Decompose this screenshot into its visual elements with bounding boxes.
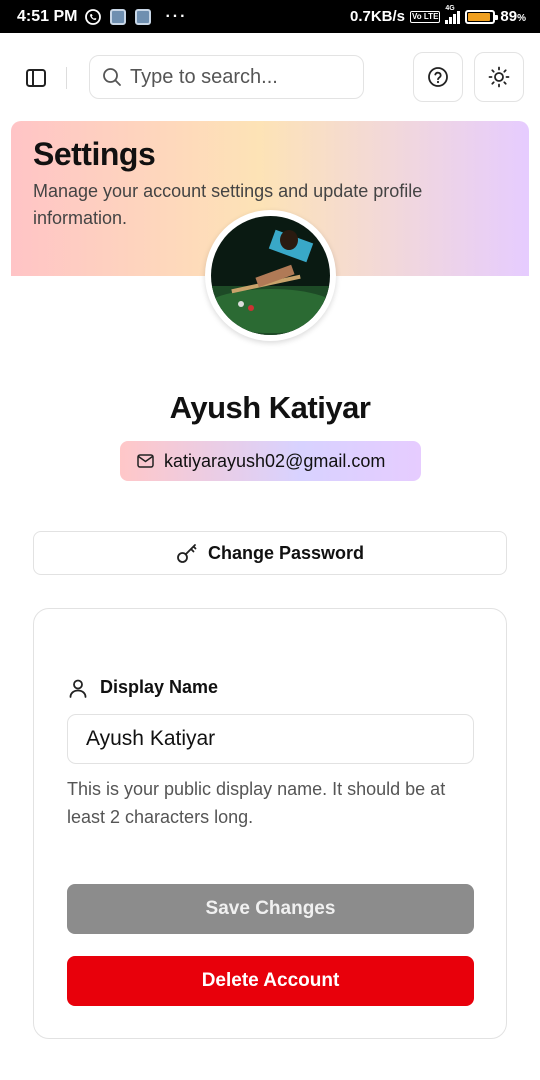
search-input[interactable] (130, 65, 350, 89)
sun-icon (488, 66, 510, 88)
display-name-help: This is your public display name. It sho… (67, 779, 446, 827)
network-speed: 0.7KB/s (350, 8, 406, 25)
signal-icon: 4G (445, 5, 461, 24)
battery-icon (465, 9, 499, 24)
status-bar: 4:51 PM ··· 0.7KB/s Vo LTE 4G 89% (0, 0, 540, 33)
sidebar-toggle-icon (26, 69, 46, 87)
change-password-button[interactable]: Change Password (33, 531, 507, 575)
notification-icon (134, 8, 152, 26)
more-notifications: ··· (165, 7, 188, 25)
delete-account-button[interactable]: Delete Account (67, 956, 474, 1006)
battery-percent: 89% (500, 8, 526, 25)
status-time: 4:51 PM (17, 7, 78, 25)
save-changes-button[interactable]: Save Changes (67, 884, 474, 934)
user-icon (69, 679, 87, 698)
display-name-input[interactable] (67, 714, 474, 764)
notification-icon (109, 8, 127, 26)
whatsapp-icon (84, 8, 102, 26)
app-header (0, 33, 540, 121)
header-divider (66, 67, 67, 89)
change-password-label: Change Password (207, 542, 365, 563)
profile-name: Ayush Katiyar (169, 390, 371, 425)
email-text: katiyarayush02@gmail.com (164, 450, 386, 471)
theme-toggle-button[interactable] (474, 52, 524, 102)
display-name-label-text: Display Name (100, 677, 219, 697)
help-button[interactable] (413, 52, 463, 102)
search-box[interactable] (89, 55, 364, 99)
key-icon (177, 544, 197, 563)
volte-badge: Vo LTE (410, 10, 441, 23)
page-title: Settings (33, 136, 156, 172)
search-icon (103, 68, 121, 86)
avatar[interactable] (205, 210, 336, 341)
sidebar-toggle-button[interactable] (22, 64, 50, 92)
profile-form-card: Display Name This is your public display… (33, 608, 507, 1039)
avatar-image (211, 216, 330, 335)
mail-icon (137, 454, 154, 468)
network-type: 4G (445, 4, 455, 12)
help-icon (428, 67, 448, 87)
display-name-label: Display Name (68, 677, 218, 698)
email-badge: katiyarayush02@gmail.com (120, 441, 421, 481)
